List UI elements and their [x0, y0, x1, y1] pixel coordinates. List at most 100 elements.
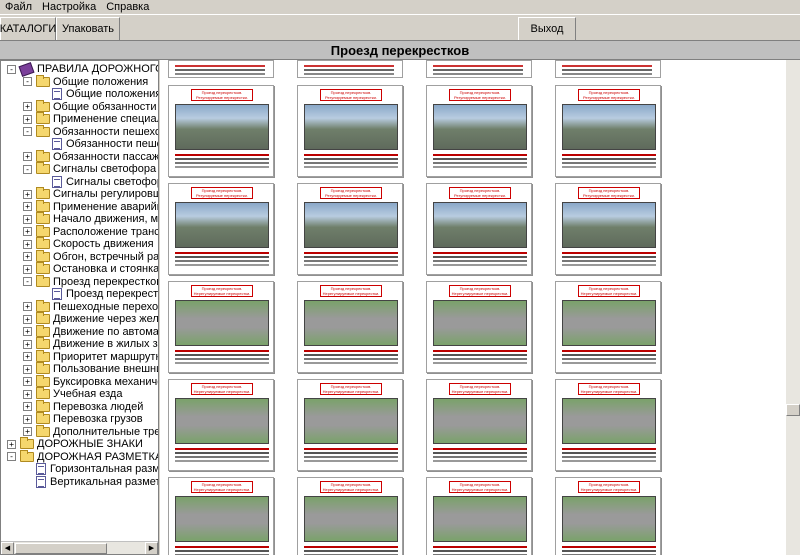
tree-horizontal-scrollbar[interactable]: ◀ ▶: [1, 541, 158, 554]
tree-item[interactable]: + Пользование внешними св: [23, 362, 158, 375]
slide-thumbnail[interactable]: Проезд перекрестков. Регулируемые перекр…: [297, 183, 403, 275]
tree-item[interactable]: + Движение в жилых зонах: [23, 337, 158, 350]
tree-item[interactable]: Вертикальная разметк: [23, 475, 158, 488]
slide-thumbnail[interactable]: Проезд перекрестков. Нерегулируемые пере…: [297, 281, 403, 373]
expand-icon[interactable]: +: [23, 414, 32, 424]
expand-icon[interactable]: +: [23, 114, 32, 124]
tree-item[interactable]: + Общие обязанности водит: [23, 99, 158, 113]
expand-icon[interactable]: +: [23, 327, 32, 336]
expand-icon[interactable]: +: [23, 377, 32, 386]
slide-thumbnail[interactable]: Проезд перекрестков. Нерегулируемые пере…: [426, 379, 532, 471]
collapse-icon[interactable]: -: [7, 64, 16, 74]
expand-icon[interactable]: +: [23, 202, 32, 211]
catalogs-button[interactable]: КАТАЛОГИ: [0, 17, 56, 41]
slide-thumbnail[interactable]: Проезд перекрестков. Регулируемые перекр…: [426, 85, 532, 177]
tree-item[interactable]: Обязанности пешеходо: [39, 138, 158, 150]
expand-icon[interactable]: +: [23, 352, 32, 361]
slide-thumbnail-partial[interactable]: [426, 60, 532, 78]
tree-item[interactable]: + Перевозка людей: [23, 399, 143, 413]
scroll-thumb[interactable]: [15, 543, 107, 554]
tree-item[interactable]: + Сигналы регулировщика: [23, 187, 158, 200]
tree-item[interactable]: + Остановка и стоянка: [23, 262, 158, 275]
expand-icon[interactable]: +: [7, 439, 16, 449]
tree-item[interactable]: - Сигналы светофора: [23, 162, 156, 175]
expand-icon[interactable]: +: [23, 302, 32, 311]
tree-item[interactable]: + Начало движения, маневр: [23, 212, 158, 225]
slide-thumbnail[interactable]: Проезд перекрестков. Нерегулируемые пере…: [168, 477, 274, 555]
tree-item[interactable]: - ПРАВИЛА ДОРОЖНОГО ДВИ: [7, 61, 158, 77]
tree-item[interactable]: + Буксировка механических: [23, 374, 158, 388]
tree-item[interactable]: + Пешеходные переходы и м: [23, 299, 158, 313]
slide-thumbnail[interactable]: Проезд перекрестков. Нерегулируемые пере…: [426, 477, 532, 555]
scroll-left-icon[interactable]: ◀: [1, 542, 14, 554]
tree-item[interactable]: + ДОРОЖНЫЕ ЗНАКИ: [7, 437, 143, 450]
tree-item[interactable]: Общие положения: [39, 88, 158, 100]
tree-item[interactable]: - Обязанности пешеходов: [23, 124, 158, 138]
tree-item[interactable]: + Движение через железнод: [23, 312, 158, 325]
menu-help[interactable]: Справка: [101, 1, 154, 14]
collapse-icon[interactable]: -: [23, 277, 32, 286]
expand-icon[interactable]: +: [23, 102, 32, 111]
tree-item[interactable]: - Общие положения: [23, 74, 148, 88]
slide-thumbnail[interactable]: Проезд перекрестков. Нерегулируемые пере…: [555, 379, 661, 471]
gallery-vertical-scrollbar[interactable]: [786, 60, 800, 555]
expand-icon[interactable]: +: [23, 189, 32, 199]
tree-item[interactable]: + Перевозка грузов: [23, 412, 143, 425]
expand-icon[interactable]: +: [23, 402, 32, 411]
slide-thumbnail[interactable]: Проезд перекрестков. Нерегулируемые пере…: [555, 281, 661, 373]
menu-file[interactable]: Файл: [0, 1, 37, 14]
scroll-thumb[interactable]: [786, 404, 800, 416]
scroll-right-icon[interactable]: ▶: [145, 542, 158, 554]
tree-item[interactable]: - ДОРОЖНАЯ РАЗМЕТКА: [7, 449, 158, 463]
tree-item[interactable]: + Движение по автомагистр: [23, 324, 158, 338]
tree-item[interactable]: + Учебная езда: [23, 387, 122, 400]
expand-icon[interactable]: +: [23, 389, 32, 399]
tree-item[interactable]: + Применение аварийной си: [23, 199, 158, 213]
expand-icon[interactable]: +: [23, 252, 32, 261]
slide-thumbnail[interactable]: Проезд перекрестков. Регулируемые перекр…: [168, 183, 274, 275]
tree-item[interactable]: + Применение специальных: [23, 112, 158, 125]
expand-icon[interactable]: +: [23, 264, 32, 274]
expand-icon[interactable]: +: [23, 314, 32, 324]
slide-thumbnail[interactable]: Проезд перекрестков. Регулируемые перекр…: [426, 183, 532, 275]
tree-item[interactable]: Горизонтальная разме: [23, 463, 158, 475]
collapse-icon[interactable]: -: [23, 164, 32, 174]
slide-thumbnail[interactable]: Проезд перекрестков. Нерегулируемые пере…: [426, 281, 532, 373]
expand-icon[interactable]: +: [23, 364, 32, 374]
expand-icon[interactable]: +: [23, 339, 32, 349]
collapse-icon[interactable]: -: [23, 127, 32, 136]
tree-item[interactable]: + Скорость движения: [23, 237, 154, 250]
expand-icon[interactable]: +: [23, 227, 32, 236]
catalog-tree[interactable]: -ПРАВИЛА ДОРОЖНОГО ДВИ-Общие положенияОб…: [0, 60, 159, 555]
tree-item[interactable]: - Проезд перекрестков: [23, 274, 158, 288]
collapse-icon[interactable]: -: [23, 77, 32, 86]
exit-button[interactable]: Выход: [518, 17, 576, 41]
collapse-icon[interactable]: -: [7, 452, 16, 461]
tree-item[interactable]: + Расположение транспортн: [23, 224, 158, 238]
slide-thumbnail[interactable]: Проезд перекрестков. Нерегулируемые пере…: [168, 281, 274, 373]
slide-thumbnail[interactable]: Проезд перекрестков. Регулируемые перекр…: [168, 85, 274, 177]
menu-settings[interactable]: Настройка: [37, 1, 101, 14]
slide-thumbnail[interactable]: Проезд перекрестков. Нерегулируемые пере…: [168, 379, 274, 471]
tree-item[interactable]: Проезд перекрестков: [39, 288, 158, 300]
tree-item[interactable]: + Приоритет маршрутных тр: [23, 349, 158, 363]
tree-item[interactable]: + Дополнительные требован: [23, 424, 158, 438]
slide-thumbnail[interactable]: Проезд перекрестков. Нерегулируемые пере…: [297, 379, 403, 471]
expand-icon[interactable]: +: [23, 152, 32, 161]
expand-icon[interactable]: +: [23, 427, 32, 436]
slide-thumbnail[interactable]: Проезд перекрестков. Регулируемые перекр…: [555, 183, 661, 275]
expand-icon[interactable]: +: [23, 239, 32, 249]
slide-thumbnail[interactable]: Проезд перекрестков. Регулируемые перекр…: [555, 85, 661, 177]
slide-thumbnail[interactable]: Проезд перекрестков. Нерегулируемые пере…: [555, 477, 661, 555]
pack-button[interactable]: Упаковать: [56, 17, 120, 41]
tree-item[interactable]: + Обязанности пассажиров: [23, 149, 158, 163]
slide-thumbnail[interactable]: Проезд перекрестков. Нерегулируемые пере…: [297, 477, 403, 555]
slide-thumbnail-partial[interactable]: [168, 60, 274, 78]
slide-thumbnail-partial[interactable]: [555, 60, 661, 78]
slide-thumbnail-partial[interactable]: [297, 60, 403, 78]
expand-icon[interactable]: +: [23, 214, 32, 224]
slide-caption-lines: [304, 154, 398, 156]
slide-thumbnail[interactable]: Проезд перекрестков. Регулируемые перекр…: [297, 85, 403, 177]
tree-item[interactable]: + Обгон, встречный разъезд: [23, 249, 158, 263]
tree-item[interactable]: Сигналы светофора: [39, 175, 158, 188]
